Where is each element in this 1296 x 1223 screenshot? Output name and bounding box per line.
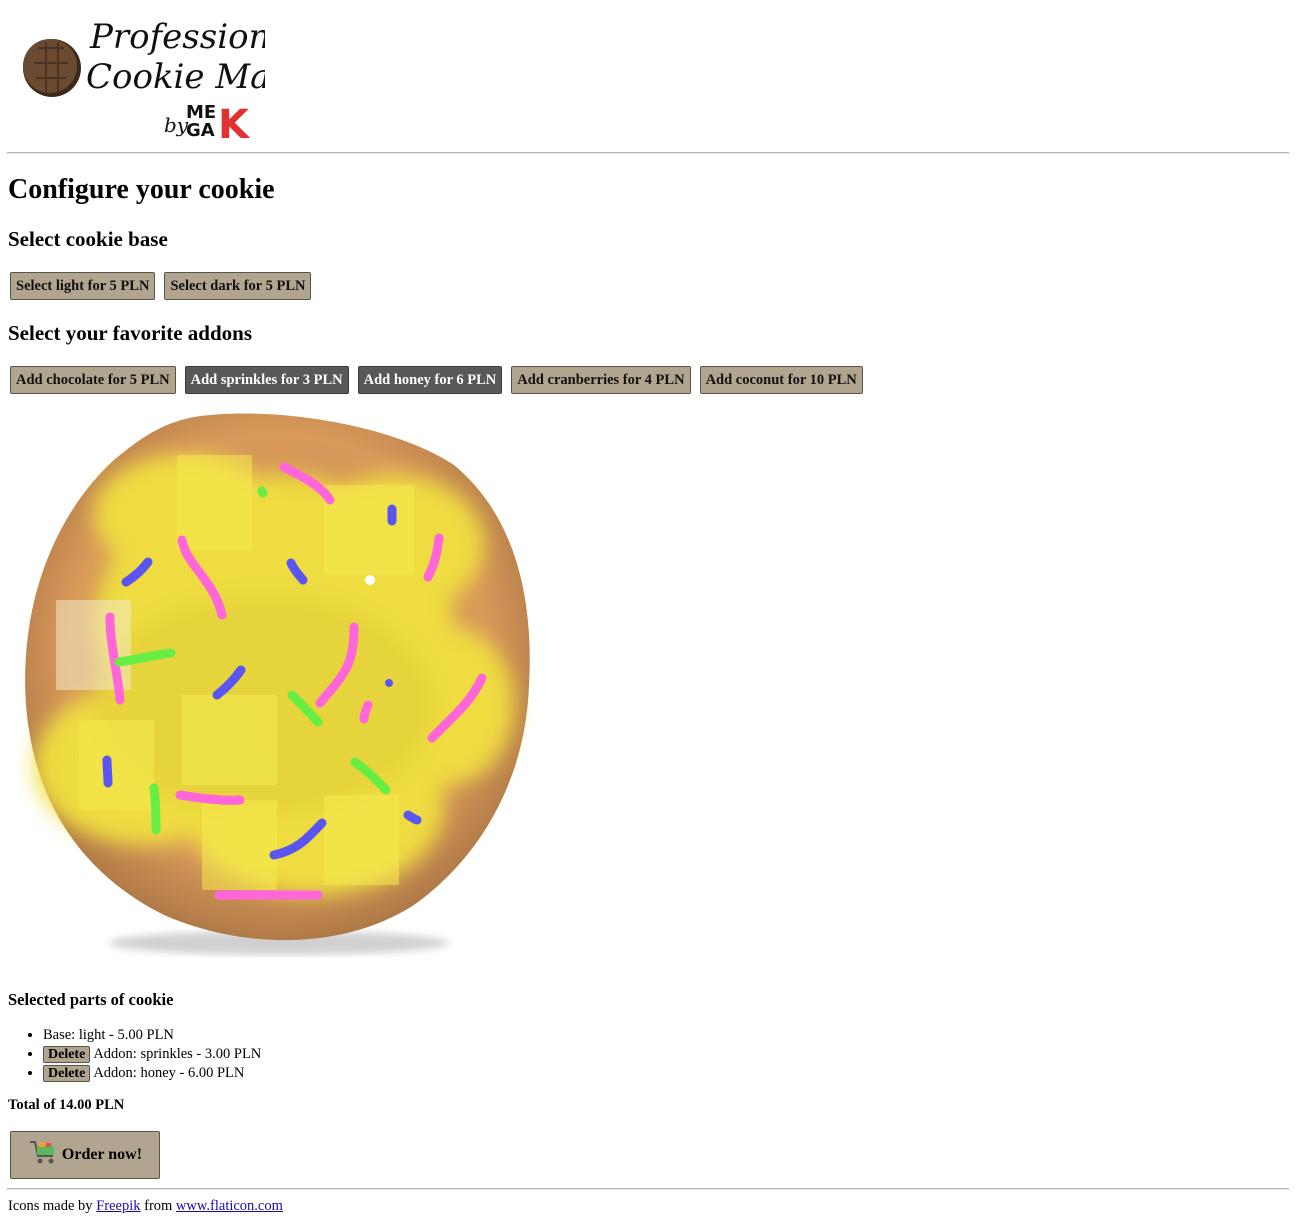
freepik-link[interactable]: Freepik bbox=[96, 1198, 140, 1214]
footer-prefix: Icons made by bbox=[8, 1198, 93, 1214]
base-heading: Select cookie base bbox=[8, 227, 168, 251]
shopping-cart-icon bbox=[28, 1139, 58, 1172]
addon-button-row: Add chocolate for 5 PLN Add sprinkles fo… bbox=[10, 366, 863, 394]
footer-divider bbox=[7, 1188, 1289, 1190]
addons-heading: Select your favorite addons bbox=[8, 321, 253, 345]
cookie-preview bbox=[14, 405, 544, 970]
logo-line2: Cookie Maker bbox=[86, 57, 265, 97]
order-now-button[interactable]: Order now! bbox=[10, 1131, 160, 1179]
part-text: Addon: honey - 6.00 PLN bbox=[93, 1065, 245, 1081]
footer-middle: from bbox=[144, 1198, 173, 1214]
brand-logo: Professional Cookie Maker by ME GA K bbox=[20, 8, 329, 148]
part-text: Base: light - 5.00 PLN bbox=[43, 1027, 174, 1043]
flaticon-link[interactable]: www.flaticon.com bbox=[176, 1198, 283, 1214]
add-cranberries-button[interactable]: Add cranberries for 4 PLN bbox=[511, 366, 691, 394]
add-coconut-button[interactable]: Add coconut for 10 PLN bbox=[699, 366, 863, 394]
select-dark-button[interactable]: Select dark for 5 PLN bbox=[164, 272, 312, 300]
logo-brand-bottom: GA bbox=[186, 120, 215, 141]
add-honey-button[interactable]: Add honey for 6 PLN bbox=[357, 366, 503, 394]
delete-honey-button[interactable]: Delete bbox=[43, 1065, 91, 1083]
base-button-row: Select light for 5 PLN Select dark for 5… bbox=[10, 272, 312, 300]
list-item: DeleteAddon: honey - 6.00 PLN bbox=[43, 1064, 261, 1083]
select-light-button[interactable]: Select light for 5 PLN bbox=[10, 272, 156, 300]
selected-parts-list: Base: light - 5.00 PLN DeleteAddon: spri… bbox=[8, 1026, 261, 1083]
page-title: Configure your cookie bbox=[8, 174, 275, 205]
logo-line1: Professional bbox=[89, 17, 265, 57]
selected-parts-heading: Selected parts of cookie bbox=[8, 990, 174, 1009]
list-item: DeleteAddon: sprinkles - 3.00 PLN bbox=[43, 1045, 261, 1064]
list-item: Base: light - 5.00 PLN bbox=[43, 1026, 261, 1045]
delete-sprinkles-button[interactable]: Delete bbox=[43, 1046, 91, 1064]
footer-credits: Icons made by Freepik from www.flaticon.… bbox=[8, 1198, 283, 1215]
add-chocolate-button[interactable]: Add chocolate for 5 PLN bbox=[10, 366, 176, 394]
header-divider bbox=[7, 152, 1289, 154]
logo-brand-x: K bbox=[218, 102, 251, 146]
order-now-label: Order now! bbox=[61, 1146, 143, 1163]
add-sprinkles-button[interactable]: Add sprinkles for 3 PLN bbox=[184, 366, 349, 394]
part-text: Addon: sprinkles - 3.00 PLN bbox=[93, 1046, 262, 1062]
order-total: Total of 14.00 PLN bbox=[8, 1097, 125, 1113]
